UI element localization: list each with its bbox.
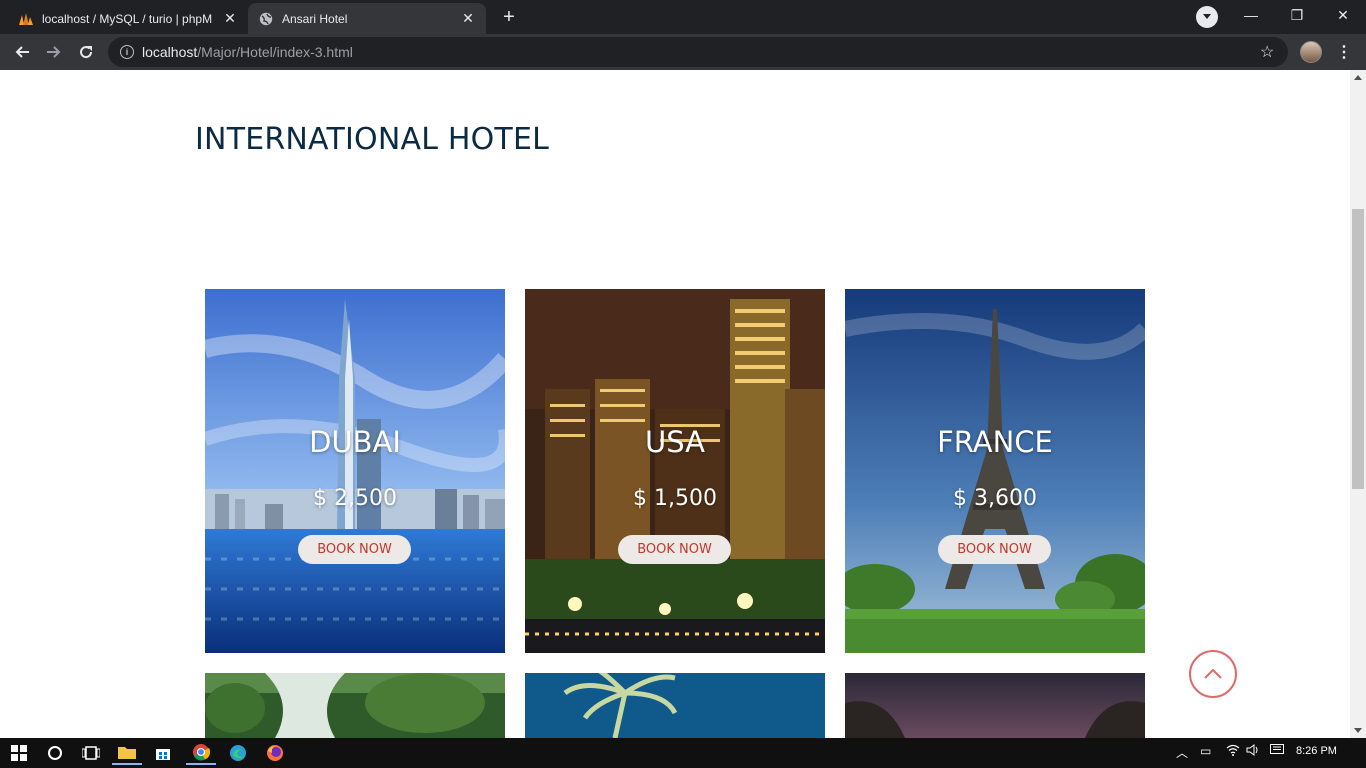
card-city: DUBAI bbox=[309, 425, 401, 459]
chrome-icon[interactable] bbox=[186, 741, 216, 765]
chevron-up-icon bbox=[1203, 668, 1223, 680]
card-price: $ 1,500 bbox=[633, 486, 717, 511]
tab-title: localhost / MySQL / turio | phpM bbox=[42, 11, 213, 26]
hotel-card-night bbox=[845, 673, 1145, 738]
back-icon[interactable] bbox=[8, 38, 36, 66]
book-now-button[interactable]: BOOK NOW bbox=[298, 535, 411, 564]
hotel-card-usa: USA $ 1,500 BOOK NOW bbox=[525, 289, 825, 653]
france-image bbox=[845, 289, 1145, 653]
forward-icon[interactable] bbox=[40, 38, 68, 66]
scroll-to-top-button[interactable] bbox=[1189, 650, 1237, 698]
usa-image bbox=[525, 289, 825, 653]
close-tab-icon[interactable]: ✕ bbox=[222, 10, 238, 27]
search-icon[interactable] bbox=[40, 741, 70, 765]
tab-search-icon[interactable] bbox=[1196, 6, 1218, 28]
hotel-card-france: FRANCE $ 3,600 BOOK NOW bbox=[845, 289, 1145, 653]
address-path: /Major/Hotel/index-3.html bbox=[197, 44, 353, 60]
browser-toolbar: i localhost/Major/Hotel/index-3.html ☆ ⋮ bbox=[0, 34, 1366, 70]
globe-icon bbox=[258, 11, 274, 27]
info-icon[interactable]: i bbox=[120, 45, 134, 59]
reload-icon[interactable] bbox=[72, 38, 100, 66]
profile-avatar[interactable] bbox=[1300, 41, 1322, 63]
file-explorer-icon[interactable] bbox=[112, 741, 142, 765]
address-bar[interactable]: i localhost/Major/Hotel/index-3.html bbox=[108, 37, 1288, 67]
card-city: FRANCE bbox=[937, 425, 1053, 459]
tray-chevron-icon[interactable]: ︿ bbox=[1176, 744, 1188, 761]
menu-icon[interactable]: ⋮ bbox=[1336, 42, 1352, 62]
battery-icon[interactable]: ▭ bbox=[1200, 744, 1211, 758]
scroll-down-arrow-icon[interactable] bbox=[1354, 728, 1362, 733]
hotel-card-waterfall bbox=[205, 673, 505, 738]
firefox-icon[interactable] bbox=[260, 741, 290, 765]
address-host: localhost bbox=[142, 44, 198, 60]
dubai-image bbox=[205, 289, 505, 653]
scroll-up-arrow-icon[interactable] bbox=[1354, 75, 1362, 80]
volume-icon[interactable] bbox=[1246, 744, 1260, 759]
windows-start-icon[interactable] bbox=[4, 741, 34, 765]
hotel-card-palm bbox=[525, 673, 825, 738]
new-tab-icon[interactable]: + bbox=[496, 6, 522, 28]
close-window-icon[interactable]: ✕ bbox=[1320, 0, 1366, 30]
card-city: USA bbox=[644, 425, 705, 459]
restore-icon[interactable]: ❐ bbox=[1274, 0, 1320, 30]
tab-title: Ansari Hotel bbox=[282, 11, 348, 26]
waterfall-image bbox=[205, 673, 505, 738]
tab-ansari-hotel[interactable]: Ansari Hotel ✕ bbox=[248, 3, 486, 34]
notification-icon[interactable] bbox=[1270, 744, 1284, 759]
tab-phpmyadmin[interactable]: localhost / MySQL / turio | phpM ✕ bbox=[8, 3, 248, 34]
card-price: $ 2,500 bbox=[313, 486, 397, 511]
wifi-icon[interactable] bbox=[1226, 744, 1240, 759]
page-title: INTERNATIONAL HOTEL bbox=[195, 122, 550, 157]
edge-icon[interactable] bbox=[223, 741, 253, 765]
close-tab-icon[interactable]: ✕ bbox=[460, 10, 476, 27]
page-content: INTERNATIONAL HOTEL DUBAI $ 2,500 BOOK N… bbox=[0, 70, 1350, 738]
task-view-icon[interactable] bbox=[76, 741, 106, 765]
scrollbar-thumb[interactable] bbox=[1352, 209, 1364, 489]
book-now-button[interactable]: BOOK NOW bbox=[618, 535, 731, 564]
hotel-card-dubai: DUBAI $ 2,500 BOOK NOW bbox=[205, 289, 505, 653]
card-price: $ 3,600 bbox=[953, 486, 1037, 511]
bookmark-star-icon[interactable]: ☆ bbox=[1260, 42, 1274, 62]
windows-taskbar: ︿ ▭ 8:26 PM bbox=[0, 738, 1366, 768]
minimize-icon[interactable]: — bbox=[1228, 0, 1274, 30]
store-icon[interactable] bbox=[148, 741, 178, 765]
palm-image bbox=[525, 673, 825, 738]
tab-strip: localhost / MySQL / turio | phpM ✕ Ansar… bbox=[0, 0, 1366, 34]
phpmyadmin-icon bbox=[18, 11, 34, 27]
night-image bbox=[845, 673, 1145, 738]
taskbar-clock[interactable]: 8:26 PM bbox=[1296, 745, 1337, 757]
page-scrollbar[interactable] bbox=[1350, 70, 1366, 738]
book-now-button[interactable]: BOOK NOW bbox=[938, 535, 1051, 564]
